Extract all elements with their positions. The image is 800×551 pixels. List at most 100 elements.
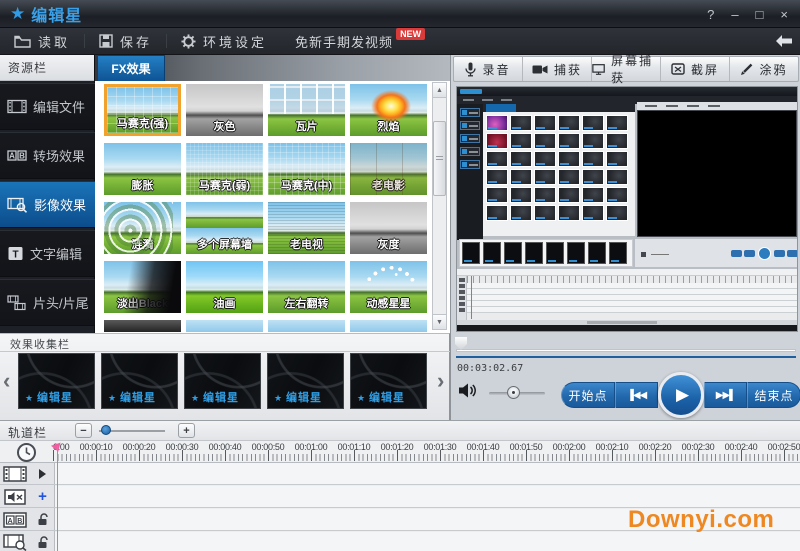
seek-groove[interactable]	[456, 349, 796, 352]
lock-open-icon[interactable]	[37, 513, 49, 526]
new-badge: NEW	[396, 28, 425, 40]
timeline-ruler[interactable]: 0:0000:00:1000:00:2000:00:3000:00:4000:0…	[0, 441, 800, 463]
timeline-zoom-knob[interactable]	[101, 425, 111, 435]
play-button[interactable]: ▶	[658, 372, 704, 418]
mini-track-icon	[459, 290, 465, 294]
playhead-line[interactable]	[57, 446, 58, 551]
track-lane-1[interactable]	[55, 463, 800, 485]
previous-button[interactable]: ▐◀◀	[615, 382, 658, 408]
sidebar-item-video-effects[interactable]: 影像效果	[0, 181, 95, 228]
minimize-button[interactable]: –	[731, 8, 738, 21]
app-logo-star-icon: ★	[10, 5, 25, 22]
ruler-label: 00:02:10	[596, 442, 629, 452]
effect-thumb-8[interactable]: 老电影	[350, 143, 427, 195]
mini-grid-thumb	[486, 169, 508, 185]
effect-thumb-5[interactable]: 膨胀	[104, 143, 181, 195]
effect-thumb-1[interactable]: 马赛克(强)	[104, 84, 181, 136]
collection-thumb-1[interactable]: ★编辑星	[18, 353, 95, 409]
collection-scroll-left-icon[interactable]: ‹	[3, 370, 10, 392]
scroll-down-button[interactable]: ▼	[433, 314, 446, 329]
effect-thumb-partial[interactable]	[268, 320, 345, 332]
effect-thumb-7[interactable]: 马赛克(中)	[268, 143, 345, 195]
effects-tab-bar: FX效果	[95, 55, 450, 81]
sidebar-item-edit-files[interactable]: 编辑文件	[0, 83, 95, 130]
collection-thumb-2[interactable]: ★编辑星	[101, 353, 178, 409]
effect-thumb-16[interactable]: 动感星星	[350, 261, 427, 313]
start-point-button[interactable]: 开始点	[561, 382, 615, 408]
effect-thumb-6[interactable]: 马赛克(弱)	[186, 143, 263, 195]
mini-thumb-mark	[584, 163, 593, 165]
track-row-video[interactable]	[0, 463, 55, 485]
open-button[interactable]: 读取	[0, 28, 84, 54]
volume-icon[interactable]	[459, 383, 477, 398]
sidebar-item-text-edit[interactable]: T 文字编辑	[0, 230, 95, 277]
film-magnifier-icon	[7, 197, 28, 213]
mini-thumb-mark	[512, 163, 521, 165]
effect-thumb-partial[interactable]	[104, 320, 181, 332]
collection-thumb-4[interactable]: ★编辑星	[267, 353, 344, 409]
effect-thumb-15[interactable]: 左右翻转	[268, 261, 345, 313]
effect-thumb-2[interactable]: 灰色	[186, 84, 263, 136]
effect-thumb-partial[interactable]	[186, 320, 263, 332]
track-lane-2[interactable]	[55, 486, 800, 508]
expand-track-icon[interactable]	[39, 469, 46, 479]
mini-grid-thumb	[558, 205, 580, 221]
mini-thumb-mark	[560, 127, 569, 129]
mini-grid-thumb	[510, 187, 532, 203]
capture-video-button[interactable]: 捕获	[523, 57, 592, 81]
help-button[interactable]: ?	[707, 8, 714, 21]
collection-scroll-right-icon[interactable]: ›	[437, 370, 444, 392]
scroll-up-button[interactable]: ▲	[433, 83, 446, 98]
effect-thumb-9[interactable]: 涟漪	[104, 202, 181, 254]
pen-icon	[740, 63, 753, 76]
mini-title-bar	[457, 87, 798, 96]
mini-thumb-mark	[584, 127, 593, 129]
collection-thumb-3[interactable]: ★编辑星	[184, 353, 261, 409]
collection-thumb-5[interactable]: ★编辑星	[350, 353, 427, 409]
settings-button[interactable]: 环境设定	[167, 28, 281, 54]
timeline-zoom-out-button[interactable]: −	[75, 423, 92, 438]
back-arrow-button[interactable]	[774, 33, 794, 49]
mini-thumb-mark	[548, 260, 556, 262]
save-button[interactable]: 保存	[85, 28, 166, 54]
effect-thumb-4[interactable]: 烈焰	[350, 84, 427, 136]
lock-open-icon[interactable]	[37, 536, 49, 549]
effects-scrollbar[interactable]: ▲ ▼	[432, 82, 447, 330]
timeline-zoom-in-button[interactable]: +	[178, 423, 195, 438]
svg-text:B: B	[17, 517, 22, 524]
tab-fx-effects[interactable]: FX效果	[97, 55, 165, 81]
effect-thumb-12[interactable]: 灰度	[350, 202, 427, 254]
track-lane-4[interactable]	[55, 532, 800, 551]
effect-thumb-3[interactable]: 瓦片	[268, 84, 345, 136]
end-point-button[interactable]: 结束点	[747, 382, 800, 408]
mini-grid-thumb	[534, 169, 556, 185]
sidebar-label: 文字编辑	[30, 244, 82, 263]
track-row-audio[interactable]: +	[0, 486, 55, 508]
sidebar-item-transitions[interactable]: A B 转场效果	[0, 132, 95, 179]
screenshot-button[interactable]: 截屏	[661, 57, 730, 81]
next-button[interactable]: ▶▶▌	[704, 382, 747, 408]
effect-thumb-10[interactable]: 多个屏幕墙	[186, 202, 263, 254]
mini-strip-thumb	[609, 242, 627, 264]
effect-thumb-11[interactable]: 老电视	[268, 202, 345, 254]
mini-grid-thumb	[510, 115, 532, 131]
track-row-transition[interactable]: A B	[0, 509, 55, 531]
effect-thumb-14[interactable]: 油画	[186, 261, 263, 313]
promo-button[interactable]: 免新手期发视频 NEW	[281, 28, 443, 54]
effect-thumb-13[interactable]: 淡出Black	[104, 261, 181, 313]
mini-grid-thumb	[582, 169, 604, 185]
mini-thumb-mark	[464, 260, 472, 262]
doodle-button[interactable]: 涂鸦	[730, 57, 798, 81]
effect-thumb-partial[interactable]	[350, 320, 427, 332]
close-button[interactable]: ×	[780, 8, 788, 21]
add-track-icon[interactable]: +	[38, 489, 47, 504]
volume-knob[interactable]	[507, 386, 520, 399]
record-audio-button[interactable]: 录音	[454, 57, 523, 81]
mini-icon	[462, 136, 467, 141]
maximize-button[interactable]: □	[756, 8, 764, 21]
track-row-effect[interactable]	[0, 532, 55, 551]
sidebar-item-intro-outro[interactable]: 片头/片尾	[0, 279, 95, 326]
mini-thumb-mark	[488, 145, 497, 147]
scrollbar-thumb[interactable]	[433, 121, 446, 196]
screen-capture-button[interactable]: 屏幕捕获	[592, 57, 661, 81]
